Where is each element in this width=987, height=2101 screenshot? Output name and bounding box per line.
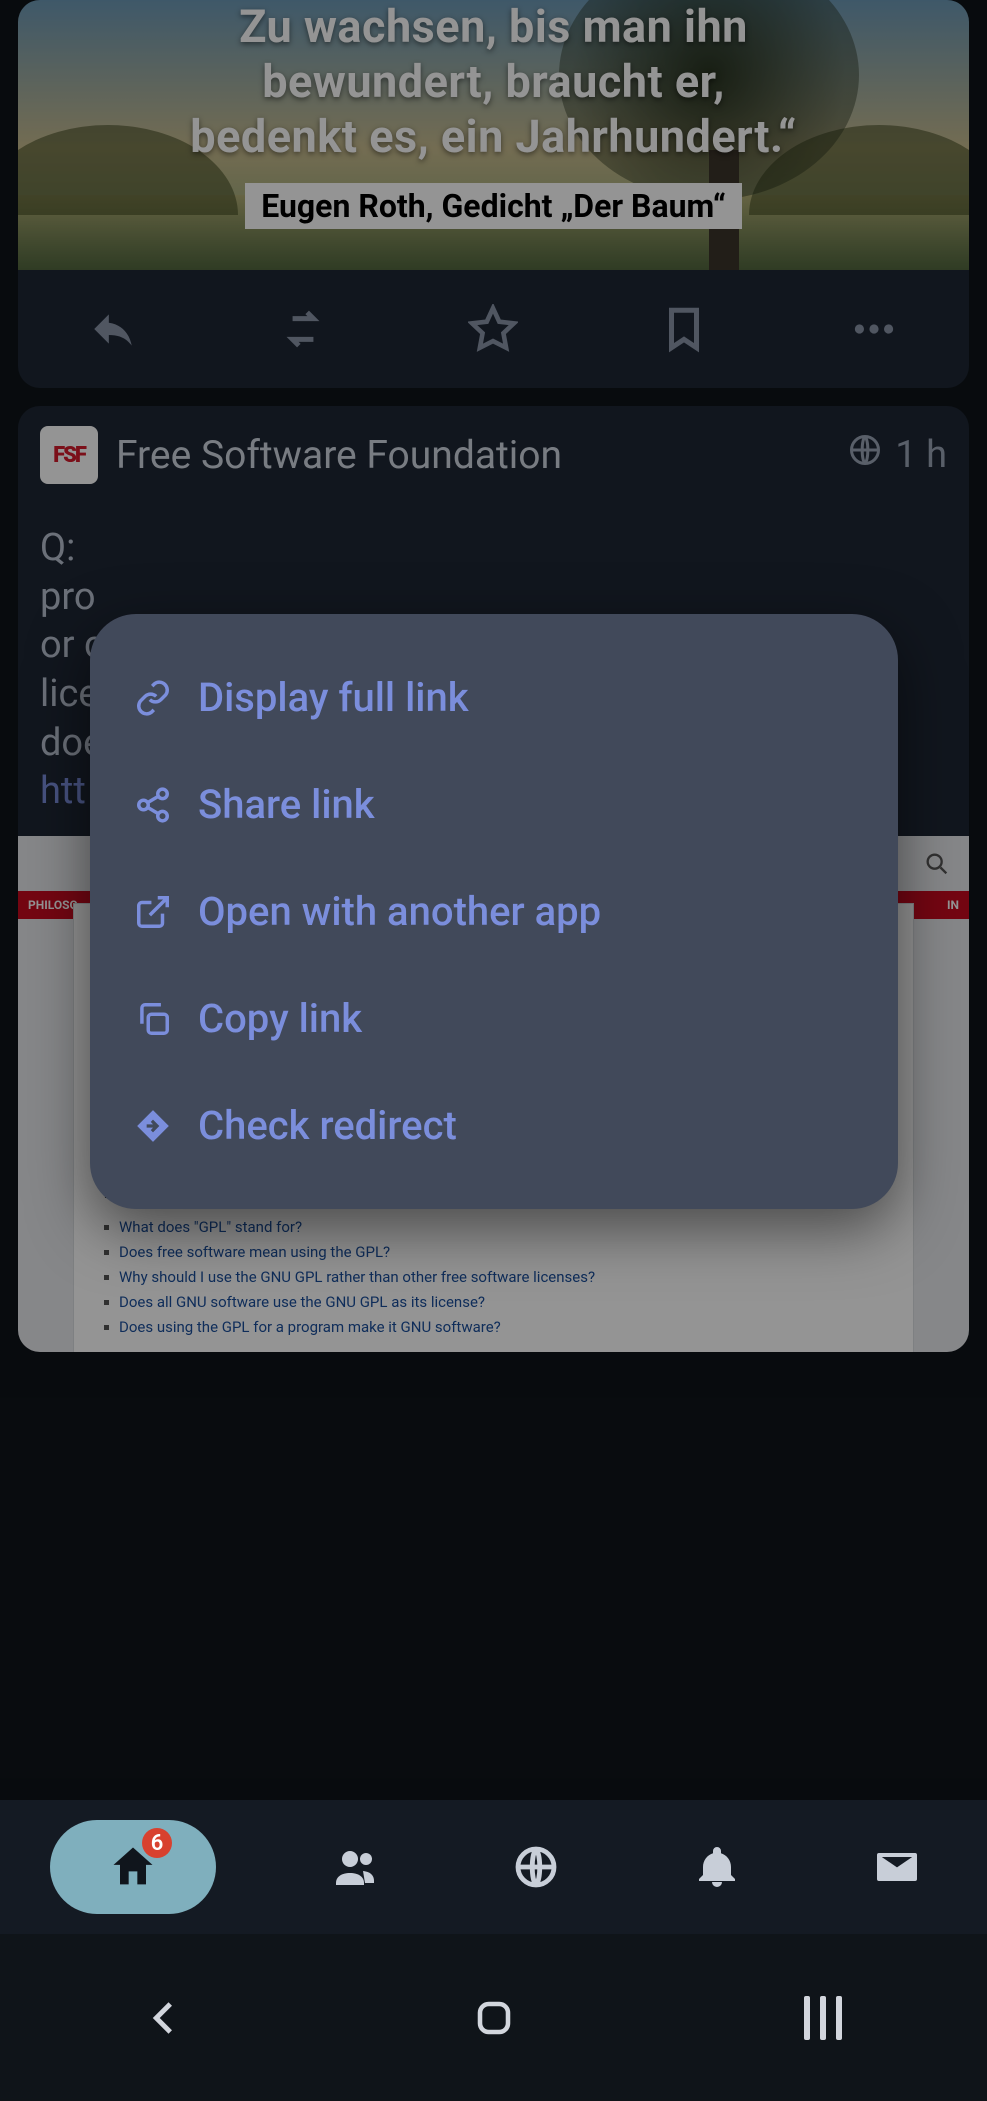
nav-explore[interactable]	[496, 1827, 576, 1907]
nav-people[interactable]	[316, 1827, 396, 1907]
system-nav	[0, 1934, 987, 2101]
nav-home[interactable]: 6	[50, 1820, 216, 1914]
sys-home[interactable]	[394, 1978, 594, 2058]
menu-open-another-app[interactable]: Open with another app	[90, 858, 898, 965]
link-context-menu: Display full link Share link Open with a…	[90, 614, 898, 1209]
bell-icon	[693, 1843, 741, 1891]
menu-share-link[interactable]: Share link	[90, 751, 898, 858]
sys-back[interactable]	[65, 1978, 265, 2058]
open-external-icon	[134, 893, 172, 931]
menu-check-redirect[interactable]: Check redirect	[90, 1072, 898, 1179]
copy-icon	[134, 1000, 172, 1038]
mail-icon	[873, 1843, 921, 1891]
sys-recents[interactable]	[723, 1978, 923, 2058]
chevron-left-icon	[144, 1997, 186, 2039]
menu-copy-link[interactable]: Copy link	[90, 965, 898, 1072]
globe-icon	[512, 1843, 560, 1891]
directions-icon	[134, 1107, 172, 1145]
recents-icon	[804, 1996, 842, 2040]
menu-display-full-link[interactable]: Display full link	[90, 644, 898, 751]
nav-messages[interactable]	[857, 1827, 937, 1907]
rounded-square-icon	[473, 1997, 515, 2039]
nav-notifications[interactable]	[677, 1827, 757, 1907]
share-icon	[134, 786, 172, 824]
link-icon	[134, 679, 172, 717]
people-icon	[332, 1843, 380, 1891]
home-badge: 6	[142, 1828, 172, 1858]
bottom-nav: 6	[0, 1800, 987, 1934]
